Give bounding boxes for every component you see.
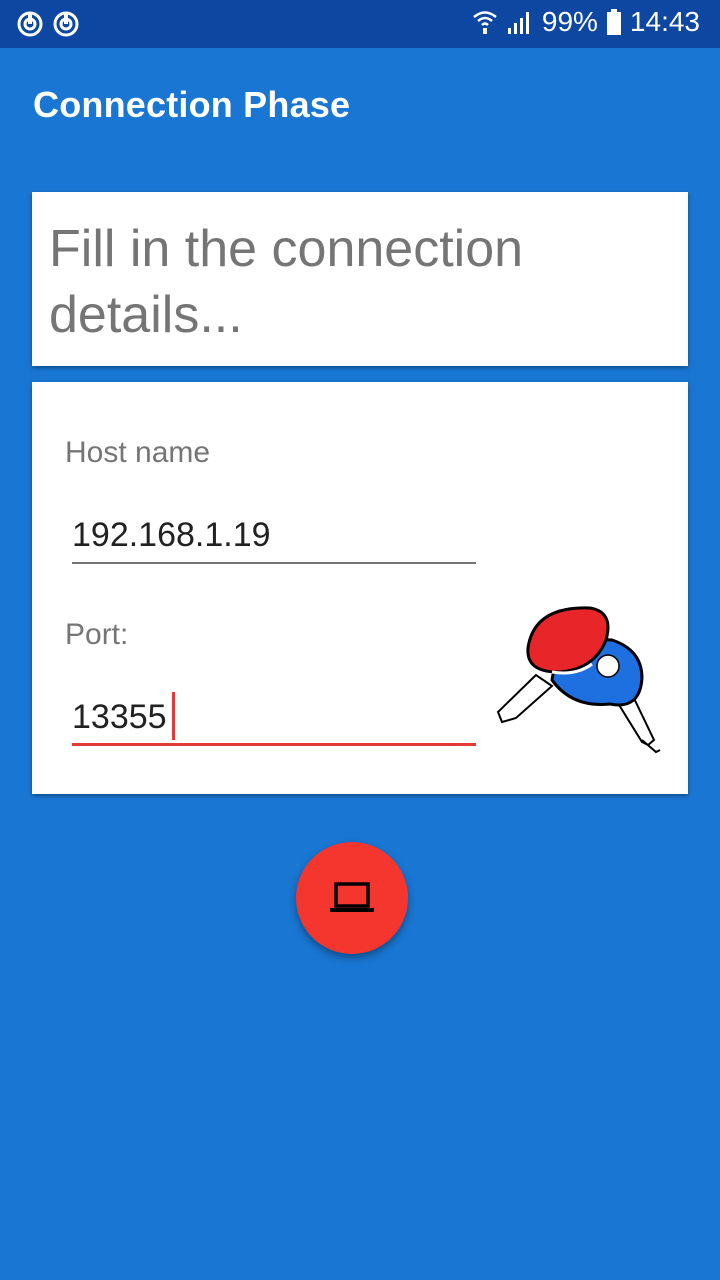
host-name-input[interactable] bbox=[72, 510, 476, 560]
ping-pong-paddles-icon bbox=[496, 606, 661, 754]
status-bar: 99% 14:43 bbox=[0, 0, 720, 48]
sync-icon bbox=[17, 11, 43, 37]
host-name-label: Host name bbox=[65, 436, 211, 469]
connect-button[interactable] bbox=[296, 842, 408, 954]
page-title: Connection Phase bbox=[33, 84, 351, 125]
sync-icon bbox=[53, 11, 79, 37]
battery-icon bbox=[606, 9, 621, 35]
status-time: 14:43 bbox=[629, 6, 700, 37]
wifi-icon bbox=[473, 11, 497, 34]
host-name-underline bbox=[72, 562, 476, 564]
port-underline bbox=[72, 743, 476, 746]
signal-icon bbox=[507, 12, 529, 34]
status-right: 99% 14:43 bbox=[472, 6, 700, 38]
instructions-card: Fill in the connection details... bbox=[32, 192, 688, 366]
instructions-text: Fill in the connection details... bbox=[49, 220, 524, 344]
port-label: Port: bbox=[65, 618, 129, 651]
text-cursor bbox=[172, 692, 175, 740]
battery-percent: 99% bbox=[541, 6, 598, 37]
port-input[interactable] bbox=[72, 692, 476, 742]
connection-form-card: Host name Port: bbox=[32, 382, 688, 794]
laptop-icon bbox=[330, 882, 374, 912]
status-left-icons bbox=[16, 10, 80, 38]
